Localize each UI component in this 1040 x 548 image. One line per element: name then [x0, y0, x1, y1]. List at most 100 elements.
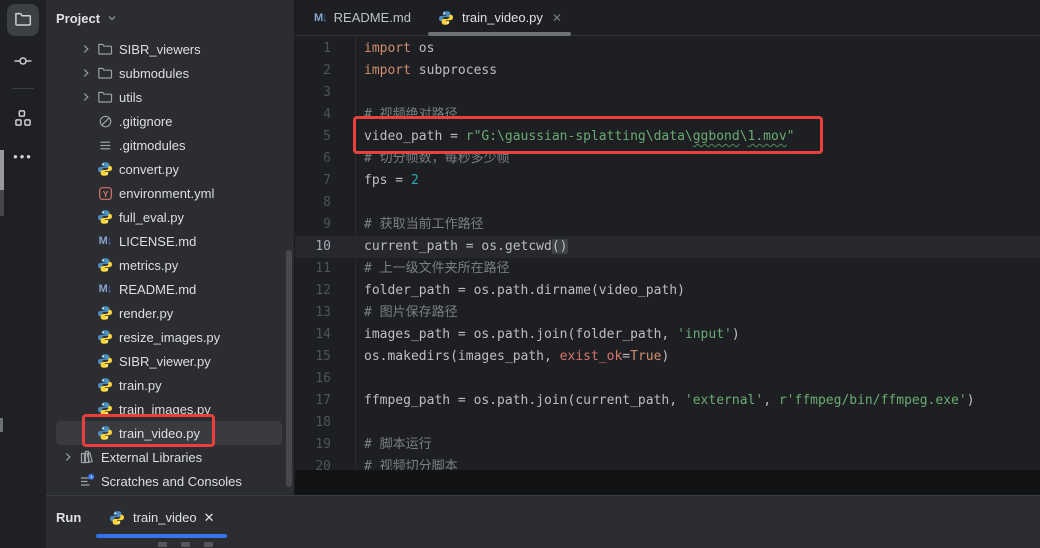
tree-item-gitignore[interactable]: .gitignore: [46, 109, 294, 133]
gitignore-icon: [96, 113, 114, 129]
tree-item-label: LICENSE.md: [119, 234, 196, 249]
tree-indent-spacer: [76, 401, 96, 417]
code-line-7[interactable]: fps = 2: [364, 170, 419, 192]
tree-item-label: metrics.py: [119, 258, 178, 273]
project-tool-button[interactable]: [7, 4, 39, 36]
tree-item-sibr-viewer-py[interactable]: SIBR_viewer.py: [46, 349, 294, 373]
tree-item-submodules[interactable]: submodules: [46, 61, 294, 85]
tree-item-train-images-py[interactable]: train_images.py: [46, 397, 294, 421]
tree-item-full-eval-py[interactable]: full_eval.py: [46, 205, 294, 229]
tree-item-gitmodules[interactable]: .gitmodules: [46, 133, 294, 157]
code-line-17[interactable]: ffmpeg_path = os.path.join(current_path,…: [364, 390, 975, 412]
chevron-right-icon[interactable]: [76, 89, 96, 105]
tab-train-video-py[interactable]: train_video.py ✕: [424, 0, 575, 35]
run-panel-title: Run: [56, 502, 81, 532]
markdown-icon: M↓: [96, 233, 114, 249]
code-line-9[interactable]: # 获取当前工作路径: [364, 214, 484, 236]
tree-indent-spacer: [76, 377, 96, 393]
code-line-13[interactable]: # 图片保存路径: [364, 302, 458, 324]
tree-item-train-video-py[interactable]: train_video.py: [46, 421, 294, 445]
tree-item-convert-py[interactable]: convert.py: [46, 157, 294, 181]
tree-item-label: SIBR_viewers: [119, 42, 201, 57]
tree-indent-spacer: [58, 473, 78, 489]
background-window-sliver: [0, 190, 4, 216]
close-icon[interactable]: ✕: [552, 11, 562, 25]
gutter-line-number: 12: [295, 280, 331, 302]
libraries-icon: [78, 449, 96, 465]
python-icon: [108, 510, 126, 526]
code-editor[interactable]: 1import os2import subprocess34# 视频绝对路径5v…: [295, 36, 1040, 470]
tree-indent-spacer: [76, 329, 96, 345]
folder-icon: [96, 41, 114, 57]
code-line-14[interactable]: images_path = os.path.join(folder_path, …: [364, 324, 740, 346]
code-line-19[interactable]: # 脚本运行: [364, 434, 432, 456]
project-title: Project: [56, 11, 100, 26]
gutter-line-number: 1: [295, 38, 331, 60]
gutter-line-number: 4: [295, 104, 331, 126]
project-panel-header[interactable]: Project: [46, 0, 294, 37]
tree-item-readme-md[interactable]: M↓README.md: [46, 277, 294, 301]
tree-item-external-libraries[interactable]: External Libraries: [46, 445, 294, 469]
tree-item-label: environment.yml: [119, 186, 214, 201]
tab-readme-md[interactable]: M↓ README.md: [301, 0, 424, 35]
background-window-sliver: [0, 150, 4, 190]
code-line-5[interactable]: video_path = r"G:\gaussian-splatting\dat…: [364, 126, 795, 148]
gutter-line-number: 20: [295, 456, 331, 470]
python-icon: [96, 353, 114, 369]
tree-item-scratches-and-consoles[interactable]: Scratches and Consoles: [46, 469, 294, 493]
gutter-separator: [355, 36, 356, 470]
tree-indent-spacer: [76, 305, 96, 321]
code-line-6[interactable]: # 切分帧数，每秒多少帧: [364, 148, 510, 170]
more-tool-windows-button[interactable]: •••: [0, 149, 46, 164]
tree-item-metrics-py[interactable]: metrics.py: [46, 253, 294, 277]
gutter-line-number: 7: [295, 170, 331, 192]
chevron-right-icon[interactable]: [58, 449, 78, 465]
tree-scrollbar[interactable]: [286, 250, 292, 487]
tree-item-render-py[interactable]: render.py: [46, 301, 294, 325]
code-line-4[interactable]: # 视频绝对路径: [364, 104, 458, 126]
tree-item-label: render.py: [119, 306, 173, 321]
code-line-11[interactable]: # 上一级文件夹所在路径: [364, 258, 510, 280]
structure-icon: [14, 109, 32, 130]
folder-icon: [96, 89, 114, 105]
commit-tool-button[interactable]: [7, 46, 39, 78]
gutter-line-number: 16: [295, 368, 331, 390]
python-icon: [96, 257, 114, 273]
close-icon[interactable]: ✕: [204, 510, 215, 526]
run-tab-train-video[interactable]: train_video ✕: [96, 501, 227, 534]
tree-item-train-py[interactable]: train.py: [46, 373, 294, 397]
code-line-15[interactable]: os.makedirs(images_path, exist_ok=True): [364, 346, 669, 368]
tree-item-label: train_images.py: [119, 402, 211, 417]
tree-indent-spacer: [76, 185, 96, 201]
structure-tool-button[interactable]: [7, 103, 39, 135]
tree-item-sibr-viewers[interactable]: SIBR_viewers: [46, 37, 294, 61]
tree-item-environment-yml[interactable]: Yenvironment.yml: [46, 181, 294, 205]
chevron-right-icon[interactable]: [76, 65, 96, 81]
python-icon: [96, 425, 114, 441]
markdown-icon: M↓: [96, 281, 114, 297]
chevron-right-icon[interactable]: [76, 41, 96, 57]
code-line-20[interactable]: # 视频切分脚本: [364, 456, 458, 470]
code-line-12[interactable]: folder_path = os.path.dirname(video_path…: [364, 280, 685, 302]
gitmodules-icon: [96, 137, 114, 153]
code-line-10[interactable]: current_path = os.getcwd(): [364, 236, 568, 258]
tree-indent-spacer: [76, 281, 96, 297]
gutter-line-number: 14: [295, 324, 331, 346]
gutter-line-number: 3: [295, 82, 331, 104]
python-icon: [96, 305, 114, 321]
tree-item-license-md[interactable]: M↓ LICENSE.md: [46, 229, 294, 253]
tree-item-utils[interactable]: utils: [46, 85, 294, 109]
tree-indent-spacer: [76, 425, 96, 441]
chevron-down-icon: [106, 10, 118, 27]
code-line-2[interactable]: import subprocess: [364, 60, 497, 82]
commit-icon: [14, 52, 32, 73]
activity-bar-divider: [12, 88, 34, 89]
code-line-1[interactable]: import os: [364, 38, 434, 60]
run-tab-label: train_video: [133, 510, 197, 525]
gutter-line-number: 19: [295, 434, 331, 456]
tree-item-label: .gitignore: [119, 114, 172, 129]
tree-item-resize-images-py[interactable]: resize_images.py: [46, 325, 294, 349]
gutter-line-number: 18: [295, 412, 331, 434]
svg-text:Y: Y: [102, 188, 108, 198]
project-tree: SIBR_viewers submodulesutils .gitignore .gi…: [46, 37, 294, 493]
